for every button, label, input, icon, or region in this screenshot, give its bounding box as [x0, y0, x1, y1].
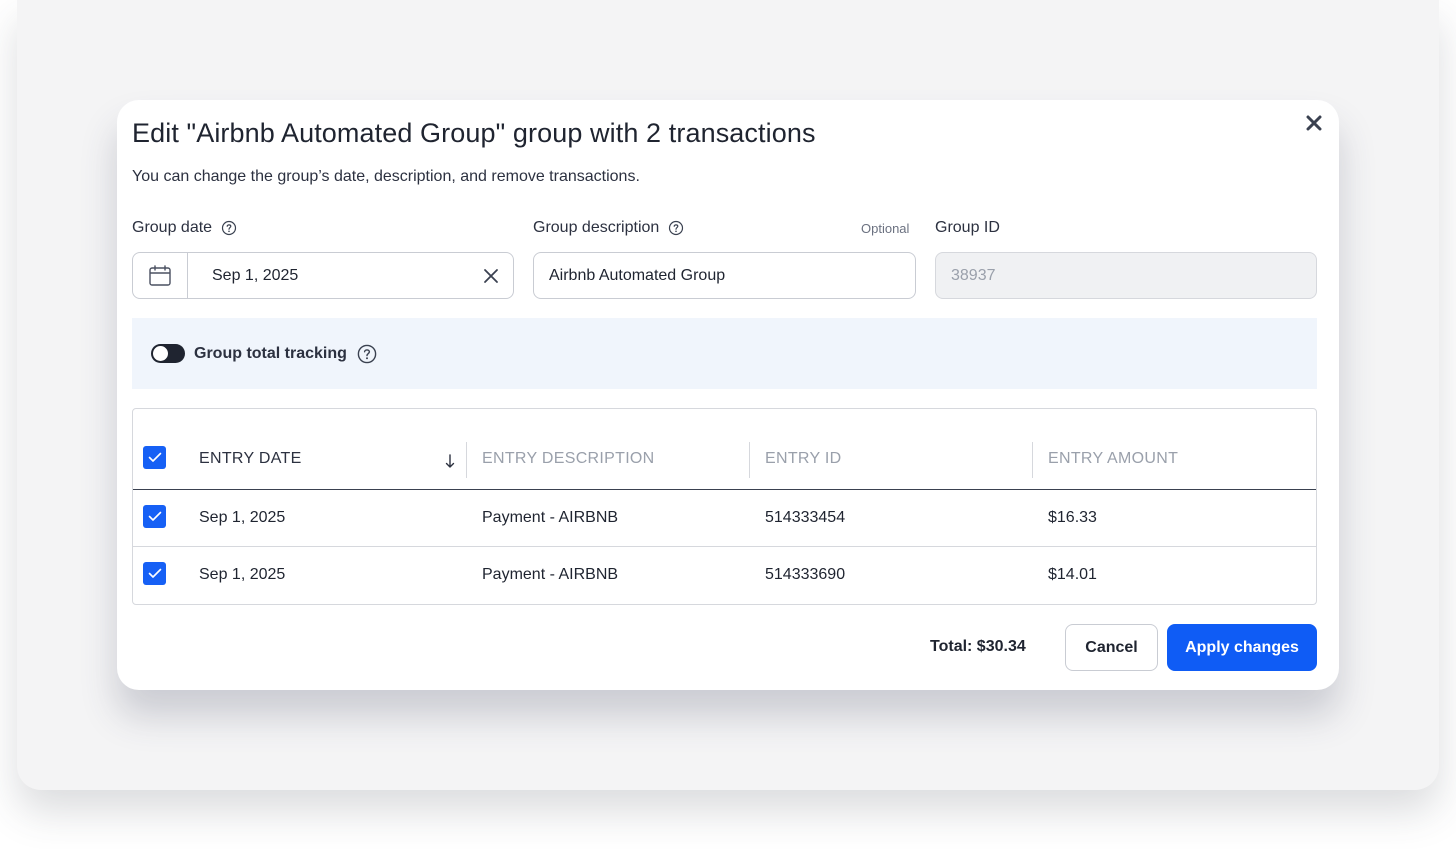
- help-icon[interactable]: [668, 220, 684, 236]
- cancel-button[interactable]: Cancel: [1065, 624, 1158, 671]
- entry-description-cell: Payment - AIRBNB: [482, 509, 619, 526]
- group-description-label-row: Group description: [533, 219, 684, 237]
- close-icon[interactable]: [1303, 112, 1325, 134]
- row-checkbox[interactable]: [143, 562, 166, 585]
- column-divider: [749, 442, 750, 478]
- group-id-label: Group ID: [935, 219, 1000, 236]
- group-total: Total: $30.34: [930, 638, 1026, 655]
- group-id-label-row: Group ID: [935, 219, 1000, 237]
- group-description-label: Group description: [533, 219, 660, 236]
- column-divider: [466, 442, 467, 478]
- entry-id-cell: 514333454: [765, 509, 846, 526]
- apply-changes-button[interactable]: Apply changes: [1167, 624, 1317, 671]
- entry-id-cell: 514333690: [765, 566, 846, 583]
- entry-date-cell: Sep 1, 2025: [199, 566, 286, 583]
- transactions-table: ENTRY DATE ENTRY DESCRIPTION ENTRY ID EN…: [132, 408, 1317, 605]
- entry-description-cell: Payment - AIRBNB: [482, 566, 619, 583]
- dialog-title: Edit "Airbnb Automated Group" group with…: [132, 118, 816, 148]
- column-header-entry-date[interactable]: ENTRY DATE: [199, 450, 302, 468]
- group-id-input: 38937: [935, 252, 1317, 299]
- group-total-tracking-panel: Group total tracking: [132, 318, 1317, 389]
- help-icon[interactable]: [357, 344, 377, 364]
- group-total-tracking-label: Group total tracking: [194, 344, 347, 362]
- table-row[interactable]: Sep 1, 2025 Payment - AIRBNB 514333454 $…: [133, 490, 1316, 547]
- table-header: ENTRY DATE ENTRY DESCRIPTION ENTRY ID EN…: [133, 409, 1316, 490]
- group-date-value[interactable]: Sep 1, 2025: [188, 267, 469, 285]
- x-icon[interactable]: [469, 253, 513, 298]
- row-checkbox[interactable]: [143, 505, 166, 528]
- optional-hint: Optional: [861, 221, 910, 236]
- help-icon[interactable]: [221, 220, 237, 236]
- dialog-subtitle: You can change the group’s date, descrip…: [132, 168, 640, 185]
- entry-date-cell: Sep 1, 2025: [199, 509, 286, 526]
- group-description-input[interactable]: Airbnb Automated Group: [533, 252, 916, 299]
- column-header-entry-description[interactable]: ENTRY DESCRIPTION: [482, 450, 655, 468]
- group-date-label: Group date: [132, 219, 213, 236]
- sort-arrow-down-icon[interactable]: [444, 453, 456, 469]
- entry-amount-cell: $16.33: [1048, 509, 1097, 526]
- entry-amount-cell: $14.01: [1048, 566, 1097, 583]
- edit-group-dialog: Edit "Airbnb Automated Group" group with…: [117, 100, 1339, 690]
- toggle-knob: [153, 346, 168, 361]
- group-date-field[interactable]: Sep 1, 2025: [132, 252, 514, 299]
- group-date-label-row: Group date: [132, 219, 237, 237]
- column-header-entry-amount[interactable]: ENTRY AMOUNT: [1048, 450, 1178, 468]
- group-total-tracking-toggle[interactable]: [151, 344, 185, 363]
- table-row[interactable]: Sep 1, 2025 Payment - AIRBNB 514333690 $…: [133, 547, 1316, 604]
- column-header-entry-id[interactable]: ENTRY ID: [765, 450, 842, 468]
- column-divider: [1032, 442, 1033, 478]
- calendar-icon[interactable]: [133, 253, 188, 298]
- select-all-checkbox[interactable]: [143, 446, 166, 469]
